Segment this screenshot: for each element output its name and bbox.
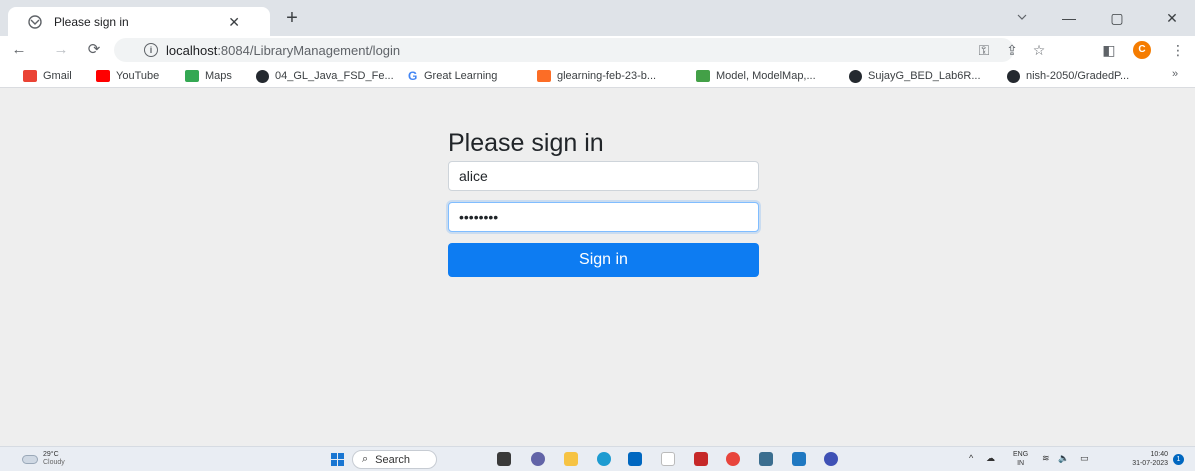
- password-key-icon[interactable]: ⚿: [975, 41, 993, 59]
- maps-icon: [185, 70, 199, 82]
- minimize-button[interactable]: —: [1059, 9, 1079, 27]
- new-tab-button[interactable]: +: [282, 8, 302, 29]
- page-icon: [696, 70, 710, 82]
- password-field[interactable]: [448, 202, 759, 232]
- side-panel-icon[interactable]: ◧: [1100, 41, 1118, 59]
- file-explorer-icon[interactable]: [564, 452, 578, 466]
- cloud-icon: [22, 454, 38, 464]
- windows-start-icon[interactable]: [331, 453, 344, 466]
- chrome-icon[interactable]: [726, 452, 740, 466]
- search-label: Search: [375, 453, 411, 466]
- sign-in-button[interactable]: Sign in: [448, 243, 759, 277]
- edge-browser-icon[interactable]: [597, 452, 611, 466]
- store-icon[interactable]: [628, 452, 642, 466]
- search-icon: ⌕: [362, 453, 369, 465]
- notepad-icon[interactable]: [661, 452, 675, 466]
- weather-widget[interactable]: 29°C Cloudy: [22, 451, 65, 467]
- tab-please-sign-in[interactable]: Please sign in ✕: [8, 7, 270, 36]
- page-title: Please sign in: [448, 129, 604, 157]
- site-info-icon[interactable]: i: [144, 43, 158, 57]
- browser-toolbar: ← → ⟳ i localhost:8084/LibraryManagement…: [0, 36, 1195, 64]
- url-text: localhost:8084/LibraryManagement/login: [166, 42, 401, 58]
- gitlab-icon: [537, 70, 551, 82]
- reload-icon[interactable]: ⟳: [85, 41, 103, 59]
- close-window-button[interactable]: ✕: [1162, 9, 1182, 27]
- restore-button[interactable]: ▢: [1107, 9, 1127, 27]
- close-tab-icon[interactable]: ✕: [228, 15, 240, 29]
- profile-avatar[interactable]: C: [1133, 41, 1151, 59]
- tray-cloud-icon[interactable]: ☁: [986, 453, 995, 463]
- tab-title: Please sign in: [54, 14, 129, 29]
- bookmarks-bar: Gmail YouTube Maps 04_GL_Java_FSD_Fe... …: [0, 64, 1195, 88]
- weather-condition: Cloudy: [43, 459, 65, 466]
- speaker-icon[interactable]: 🔈: [1058, 453, 1069, 463]
- eclipse-icon[interactable]: [824, 452, 838, 466]
- gmail-icon: [23, 70, 37, 82]
- bookmark-gitlab[interactable]: glearning-feb-23-b...: [537, 68, 656, 84]
- tab-strip: Please sign in ✕ + — ▢ ✕: [0, 0, 1195, 36]
- youtube-icon: [96, 70, 110, 82]
- task-view-icon[interactable]: [497, 452, 511, 466]
- browser-window: Please sign in ✕ + — ▢ ✕ ← → ⟳ i localho…: [0, 0, 1195, 471]
- github-icon: [256, 69, 269, 83]
- globe-icon: [28, 14, 42, 29]
- taskbar: 29°C Cloudy ⌕ Search ^ ☁ ENG IN ≋ 🔈 ▭ 10…: [0, 446, 1195, 471]
- taskbar-search[interactable]: ⌕ Search: [352, 450, 437, 469]
- bookmark-github-sujayg[interactable]: SujayG_BED_Lab6R...: [849, 68, 981, 84]
- more-menu-icon[interactable]: ⋮: [1169, 41, 1187, 59]
- bookmark-github-java-fsd[interactable]: 04_GL_Java_FSD_Fe...: [256, 68, 394, 84]
- bookmark-youtube[interactable]: YouTube: [96, 68, 159, 84]
- github-icon: [849, 69, 862, 83]
- bookmark-star-icon[interactable]: ☆: [1030, 41, 1048, 59]
- language-indicator[interactable]: ENG IN: [1013, 450, 1028, 468]
- github-icon: [1007, 69, 1020, 83]
- back-arrow-icon[interactable]: ←: [10, 41, 28, 59]
- forward-arrow-icon[interactable]: →: [52, 41, 70, 59]
- sts-icon[interactable]: [759, 452, 773, 466]
- weather-temp: 29°C: [43, 451, 59, 458]
- bookmark-great-learning[interactable]: G Great Learning: [408, 68, 497, 84]
- clock[interactable]: 10:40 31-07-2023: [1128, 450, 1168, 468]
- login-page: Please sign in Sign in: [0, 88, 1195, 446]
- chevron-up-icon[interactable]: ^: [969, 453, 973, 463]
- more-bookmarks-chevron-icon[interactable]: »: [1172, 68, 1178, 80]
- google-g-icon: G: [408, 69, 418, 83]
- username-field[interactable]: [448, 161, 759, 191]
- address-bar[interactable]: i localhost:8084/LibraryManagement/login: [114, 38, 1014, 62]
- notification-badge[interactable]: 1: [1173, 454, 1184, 465]
- bookmark-github-nish[interactable]: nish-2050/GradedP...: [1007, 68, 1129, 84]
- bookmark-maps[interactable]: Maps: [185, 68, 232, 84]
- bookmark-model-modelmap[interactable]: Model, ModelMap,...: [696, 68, 816, 84]
- vscode-icon[interactable]: [792, 452, 806, 466]
- chat-icon[interactable]: [531, 452, 545, 466]
- app-red-icon[interactable]: [694, 452, 708, 466]
- bookmark-gmail[interactable]: Gmail: [23, 68, 72, 84]
- tab-search-chevron-icon[interactable]: [1012, 9, 1032, 27]
- battery-icon[interactable]: ▭: [1080, 453, 1089, 463]
- wifi-icon[interactable]: ≋: [1042, 453, 1050, 463]
- share-icon[interactable]: ⇪: [1003, 41, 1021, 59]
